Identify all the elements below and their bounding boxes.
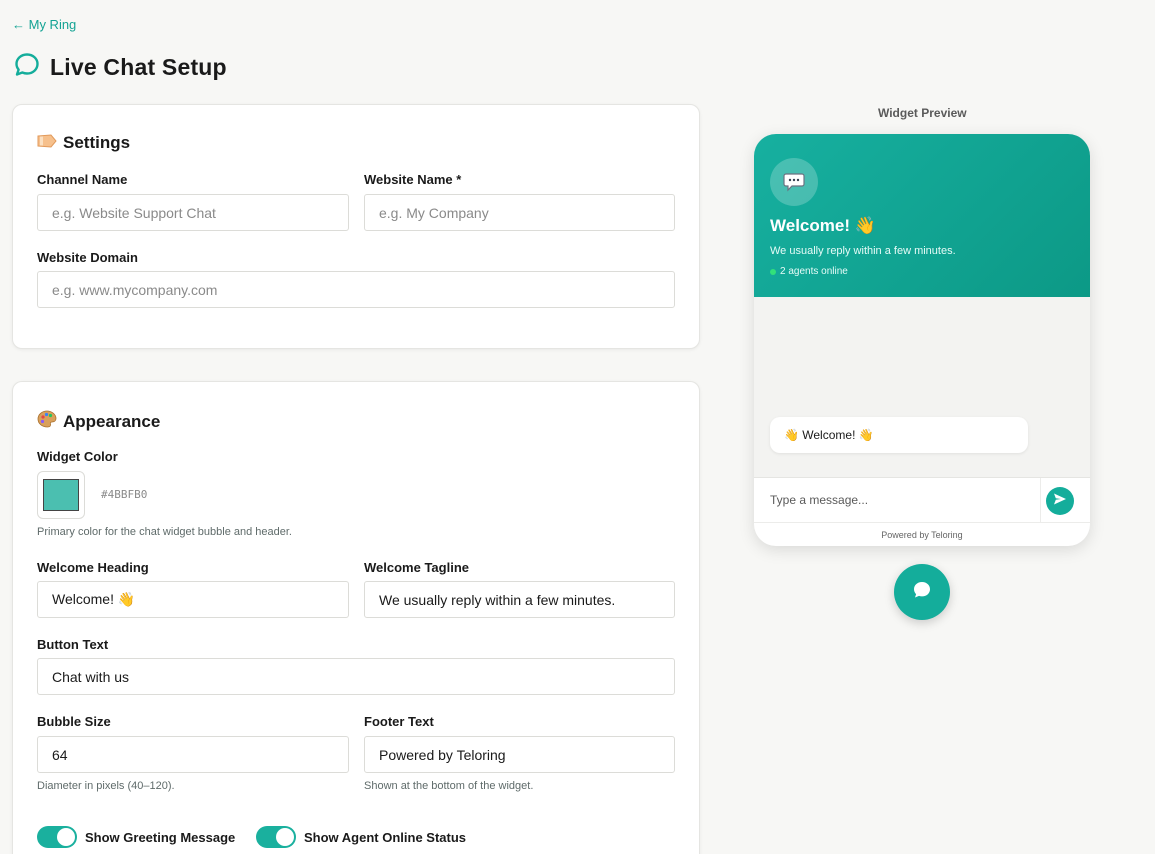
widget-color-picker[interactable] [37,471,85,519]
show-online-status-label: Show Agent Online Status [304,829,467,845]
show-greeting-toggle[interactable] [37,826,77,848]
message-input[interactable]: Type a message... [770,493,868,507]
send-button[interactable] [1046,487,1074,515]
appearance-title: Appearance [63,411,161,431]
widget-footer: Powered by Teloring [754,522,1090,546]
welcome-heading-input[interactable] [37,581,349,618]
online-dot-icon [770,268,776,275]
appearance-heading: Appearance [37,410,160,433]
widget-heading: Welcome! 👋 [770,216,876,235]
widget-color-hex: #4BBFB0 [101,488,148,501]
footer-text-label: Footer Text [364,714,434,729]
welcome-tagline-label: Welcome Tagline [364,560,469,575]
welcome-tagline-input[interactable] [364,581,675,618]
appearance-card: Appearance Widget Color #4BBFB0 Primary … [12,381,700,854]
website-domain-label: Website Domain [37,250,138,265]
online-status: 2 agents online [770,266,848,277]
chat-launcher-button[interactable] [894,564,950,620]
speech-balloon-icon [770,158,818,206]
widget-color-hint: Primary color for the chat widget bubble… [37,526,292,538]
input-divider [1040,478,1041,523]
website-name-input[interactable] [364,194,675,231]
tag-icon [37,133,57,153]
bubble-size-label: Bubble Size [37,714,111,729]
button-text-input[interactable] [37,658,675,695]
show-online-status-toggle-row: Show Agent Online Status [256,826,466,848]
channel-name-input[interactable] [37,194,349,231]
widget-preview: Welcome! 👋 We usually reply within a few… [754,134,1090,546]
footer-text-hint: Shown at the bottom of the widget. [364,780,534,792]
chat-bubble-icon [912,580,932,605]
website-domain-input[interactable] [37,271,675,308]
message-input-row: Type a message... [754,477,1090,523]
footer-text-input[interactable] [364,736,675,773]
send-icon [1053,492,1067,511]
greeting-bubble: 👋 Welcome! 👋 [770,417,1028,453]
widget-color-label: Widget Color [37,449,118,464]
color-swatch [43,479,79,511]
back-link[interactable]: ← My Ring [12,17,76,32]
widget-preview-label: Widget Preview [878,106,967,120]
palette-icon [37,410,57,433]
online-status-text: 2 agents online [780,266,848,277]
button-text-label: Button Text [37,637,109,652]
bubble-size-input[interactable] [37,736,349,773]
widget-body: 👋 Welcome! 👋 [754,297,1090,477]
page-header: Live Chat Setup [14,52,227,83]
bubble-size-hint: Diameter in pixels (40–120). [37,780,175,792]
settings-heading: Settings [37,133,130,153]
settings-title: Settings [63,133,131,152]
page-title: Live Chat Setup [50,54,227,80]
show-greeting-toggle-row: Show Greeting Message [37,826,235,848]
welcome-heading-label: Welcome Heading [37,560,149,575]
chat-bubble-icon [14,52,40,83]
website-name-label: Website Name * [364,172,462,187]
channel-name-label: Channel Name [37,172,128,187]
show-online-status-toggle[interactable] [256,826,296,848]
show-greeting-label: Show Greeting Message [85,829,236,845]
widget-tagline: We usually reply within a few minutes. [770,245,956,257]
settings-card: Settings Channel Name Website Name * Web… [12,104,700,349]
widget-header: Welcome! 👋 We usually reply within a few… [754,134,1090,297]
